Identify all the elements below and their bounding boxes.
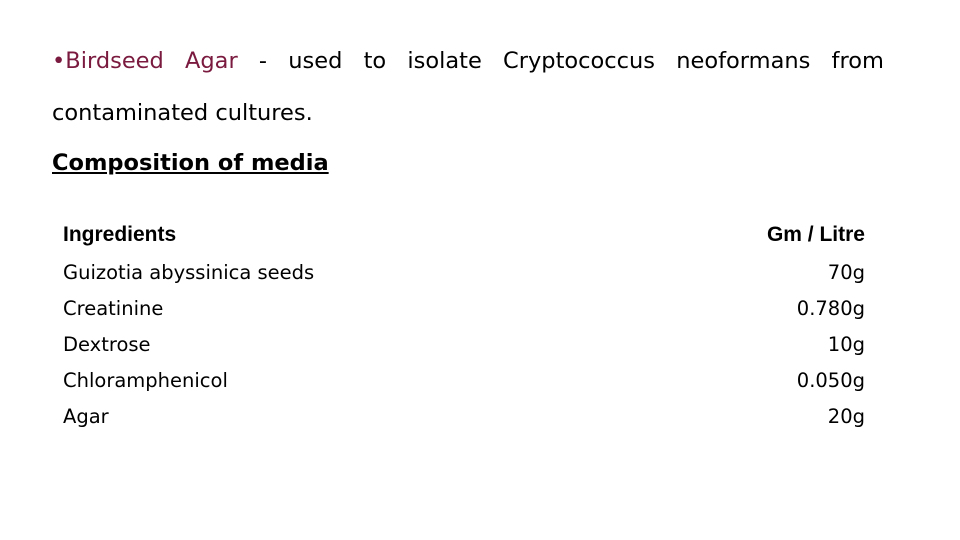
bullet-icon: • <box>52 48 66 74</box>
header-ingredients: Ingredients <box>63 223 177 246</box>
ingredient-amount: 70g <box>827 260 865 284</box>
word: used <box>288 48 343 74</box>
word: to <box>363 48 387 74</box>
table-row: Agar 20g <box>58 398 870 434</box>
table-row: Dextrose 10g <box>58 326 870 362</box>
ingredient-name: Creatinine <box>63 296 164 320</box>
table-row: Chloramphenicol 0.050g <box>58 362 870 398</box>
intro-bullet-line: •Birdseed Agar - used to isolate Cryptoc… <box>52 48 884 74</box>
bullet-term-1: •Birdseed <box>52 48 164 74</box>
intro-continuation: contaminated cultures. <box>52 100 313 126</box>
ingredient-name: Dextrose <box>63 332 151 356</box>
composition-table: Ingredients Gm / Litre Guizotia abyssini… <box>58 218 870 434</box>
word: isolate <box>407 48 482 74</box>
section-title: Composition of media <box>52 150 329 176</box>
word: neoformans <box>676 48 811 74</box>
table-row: Creatinine 0.780g <box>58 290 870 326</box>
word: from <box>831 48 884 74</box>
table-row: Guizotia abyssinica seeds 70g <box>58 254 870 290</box>
ingredient-amount: 10g <box>827 332 865 356</box>
table-header-row: Ingredients Gm / Litre <box>58 218 870 254</box>
ingredient-amount: 0.780g <box>796 296 865 320</box>
word: - <box>258 48 268 74</box>
ingredient-name: Chloramphenicol <box>63 368 228 392</box>
word: Cryptococcus <box>503 48 656 74</box>
ingredient-amount: 20g <box>827 404 865 428</box>
ingredient-name: Agar <box>63 404 109 428</box>
bullet-term-2: Agar <box>185 48 238 74</box>
ingredient-amount: 0.050g <box>796 368 865 392</box>
header-amount: Gm / Litre <box>766 223 865 246</box>
ingredient-name: Guizotia abyssinica seeds <box>63 260 315 284</box>
